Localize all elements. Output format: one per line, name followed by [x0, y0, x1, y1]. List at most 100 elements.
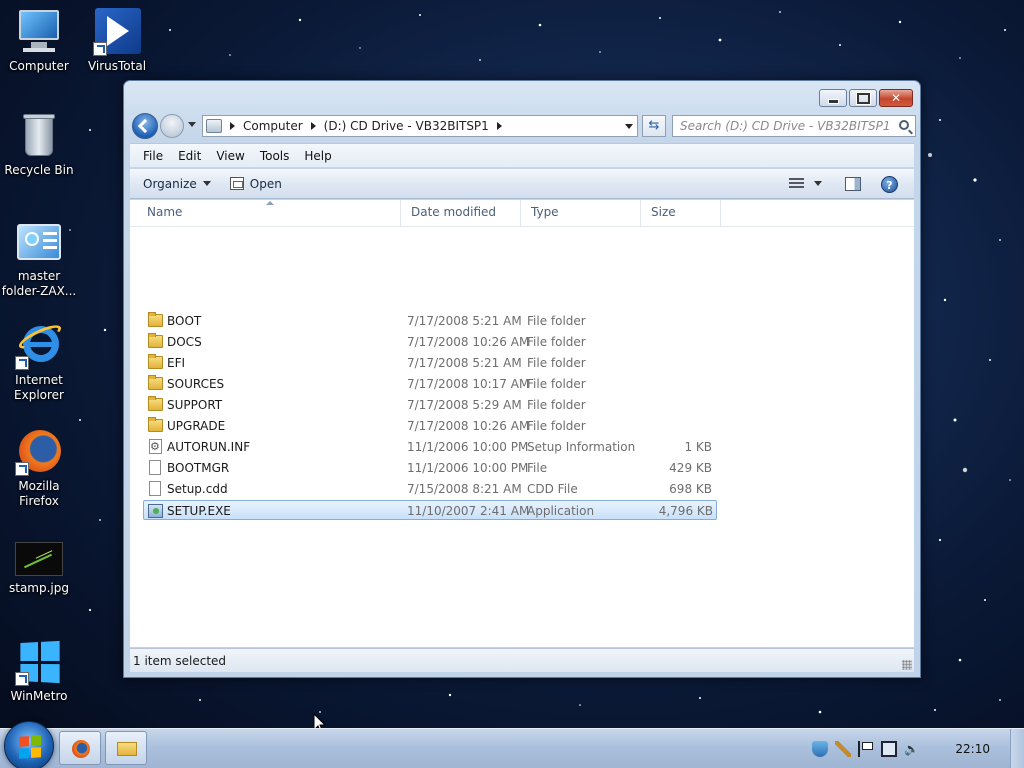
file-row[interactable]: SOURCES 7/17/2008 10:17 AM File folder: [144, 374, 718, 394]
desktop-icon-label: Computer: [9, 59, 69, 73]
desktop-icon-winmetro[interactable]: WinMetro: [0, 638, 78, 704]
change-view-button[interactable]: [789, 178, 822, 189]
show-desktop-button[interactable]: [1010, 729, 1024, 768]
forward-button[interactable]: [160, 114, 184, 138]
close-button[interactable]: ✕: [879, 89, 913, 107]
desktop-icon-label: Mozilla Firefox: [18, 479, 60, 508]
back-button[interactable]: [132, 113, 158, 139]
file-date: 7/17/2008 5:29 AM: [407, 398, 522, 412]
preview-pane-icon[interactable]: [845, 177, 861, 191]
minimize-button[interactable]: [819, 89, 847, 107]
file-date: 7/17/2008 10:26 AM: [407, 419, 530, 433]
folder-icon: [148, 354, 163, 369]
breadcrumb-chevron-icon[interactable]: [496, 122, 502, 130]
organize-label: Organize: [143, 176, 197, 191]
file-name: BOOT: [167, 314, 202, 328]
shortcut-arrow-icon: [15, 462, 29, 476]
file-row[interactable]: BOOT 7/17/2008 5:21 AM File folder: [144, 311, 718, 331]
system-tray: 🔈 22:10: [812, 729, 1024, 768]
file-date: 11/10/2007 2:41 AM: [407, 504, 530, 518]
column-header-type[interactable]: Type: [521, 200, 641, 227]
file-size: 4,796 KB: [658, 504, 713, 518]
hammer-tool-icon[interactable]: [835, 741, 852, 757]
column-header-date-modified[interactable]: Date modified: [401, 200, 521, 227]
desktop-icon-label: VirusTotal Uploader 2.2: [87, 59, 147, 73]
virustotal-icon: [93, 8, 141, 56]
status-text: 1 item selected: [133, 654, 227, 668]
column-header-size[interactable]: Size: [641, 200, 721, 227]
desktop-icon-stamp-jpg[interactable]: stamp.jpg: [0, 542, 78, 596]
desktop-icon-label: Recycle Bin: [4, 163, 74, 177]
image-thumbnail-icon: [15, 542, 63, 578]
maximize-button[interactable]: [849, 89, 877, 107]
menu-file[interactable]: File: [143, 149, 163, 163]
file-row[interactable]: AUTORUN.INF 11/1/2006 10:00 PM Setup Inf…: [144, 437, 718, 457]
search-placeholder: Search (D:) CD Drive - VB32BITSP1: [680, 119, 891, 133]
desktop-icon-computer[interactable]: Computer: [0, 8, 78, 74]
menu-help[interactable]: Help: [304, 149, 331, 163]
file-icon: [149, 481, 161, 496]
volume-muted-icon[interactable]: 🔈: [904, 741, 920, 757]
folder-icon: [148, 417, 163, 432]
menu-bar: File Edit View Tools Help: [130, 143, 914, 167]
search-icon[interactable]: [899, 120, 909, 130]
menu-edit[interactable]: Edit: [178, 149, 201, 163]
sort-ascending-icon: [266, 201, 274, 205]
breadcrumb-chevron-icon[interactable]: [230, 122, 235, 130]
action-center-flag-icon[interactable]: [858, 741, 874, 757]
firefox-icon: [72, 740, 90, 758]
file-type: File folder: [527, 356, 586, 370]
file-type: File folder: [527, 377, 586, 391]
breadcrumb-chevron-icon[interactable]: [310, 122, 316, 130]
open-button[interactable]: Open: [211, 177, 282, 191]
address-history-dropdown[interactable]: [625, 124, 633, 129]
network-icon[interactable]: [881, 741, 898, 757]
breadcrumb-computer[interactable]: Computer: [243, 119, 303, 133]
minimize-icon: [820, 90, 846, 106]
resize-grip-icon[interactable]: [902, 660, 912, 670]
navigation-bar: Computer (D:) CD Drive - VB32BITSP1 ⇆ Se…: [132, 113, 916, 139]
file-row[interactable]: DOCS 7/17/2008 10:26 AM File folder: [144, 332, 718, 352]
help-icon[interactable]: ?: [881, 176, 898, 193]
status-bar: 1 item selected: [130, 648, 914, 672]
desktop-icon-mozilla-firefox[interactable]: Mozilla Firefox: [0, 428, 78, 509]
menu-tools[interactable]: Tools: [260, 149, 290, 163]
address-bar[interactable]: Computer (D:) CD Drive - VB32BITSP1: [202, 115, 638, 137]
security-shield-icon[interactable]: [812, 741, 829, 757]
file-size: 698 KB: [669, 482, 712, 496]
taskbar-firefox-button[interactable]: [59, 731, 101, 765]
menu-view[interactable]: View: [216, 149, 244, 163]
breadcrumb-cd-drive[interactable]: (D:) CD Drive - VB32BITSP1: [324, 119, 489, 133]
file-row[interactable]: Setup.cdd 7/15/2008 8:21 AM CDD File 698…: [144, 479, 718, 499]
file-size: 429 KB: [669, 461, 712, 475]
folder-icon: [148, 375, 163, 390]
winmetro-icon: [15, 638, 63, 686]
file-type: File: [527, 461, 548, 475]
file-type: File folder: [527, 314, 586, 328]
desktop-icon-master-folder[interactable]: master folder-ZAX...: [0, 218, 78, 299]
clock[interactable]: 22:10: [955, 742, 990, 756]
desktop-icon-internet-explorer[interactable]: Internet Explorer: [0, 320, 78, 403]
refresh-button[interactable]: ⇆: [642, 115, 666, 137]
file-name: SOURCES: [167, 377, 225, 391]
file-date: 7/17/2008 5:21 AM: [407, 314, 522, 328]
recent-pages-dropdown[interactable]: [188, 122, 196, 127]
file-list: Name Date modified Type Size BOOT 7/17/2…: [130, 200, 914, 734]
file-row[interactable]: SUPPORT 7/17/2008 5:29 AM File folder: [144, 395, 718, 415]
file-row[interactable]: EFI 7/17/2008 5:21 AM File folder: [144, 353, 718, 373]
file-row[interactable]: BOOTMGR 11/1/2006 10:00 PM File 429 KB: [144, 458, 718, 478]
folder-icon: [148, 396, 163, 411]
file-type: Setup Information: [527, 440, 636, 454]
file-row-selected[interactable]: SETUP.EXE 11/10/2007 2:41 AM Application…: [143, 500, 717, 520]
firefox-icon: [15, 428, 63, 476]
taskbar-explorer-button[interactable]: [105, 731, 147, 765]
file-date: 11/1/2006 10:00 PM: [407, 461, 529, 475]
caption-buttons: ✕: [817, 89, 913, 107]
file-row[interactable]: UPGRADE 7/17/2008 10:26 AM File folder: [144, 416, 718, 436]
search-box[interactable]: Search (D:) CD Drive - VB32BITSP1: [672, 115, 916, 137]
organize-button[interactable]: Organize: [143, 177, 211, 191]
desktop-icon-recycle-bin[interactable]: Recycle Bin: [0, 112, 78, 178]
file-name: EFI: [167, 356, 186, 370]
start-button[interactable]: [4, 721, 54, 768]
desktop-icon-virustotal-uploader[interactable]: VirusTotal Uploader 2.2: [78, 8, 156, 74]
